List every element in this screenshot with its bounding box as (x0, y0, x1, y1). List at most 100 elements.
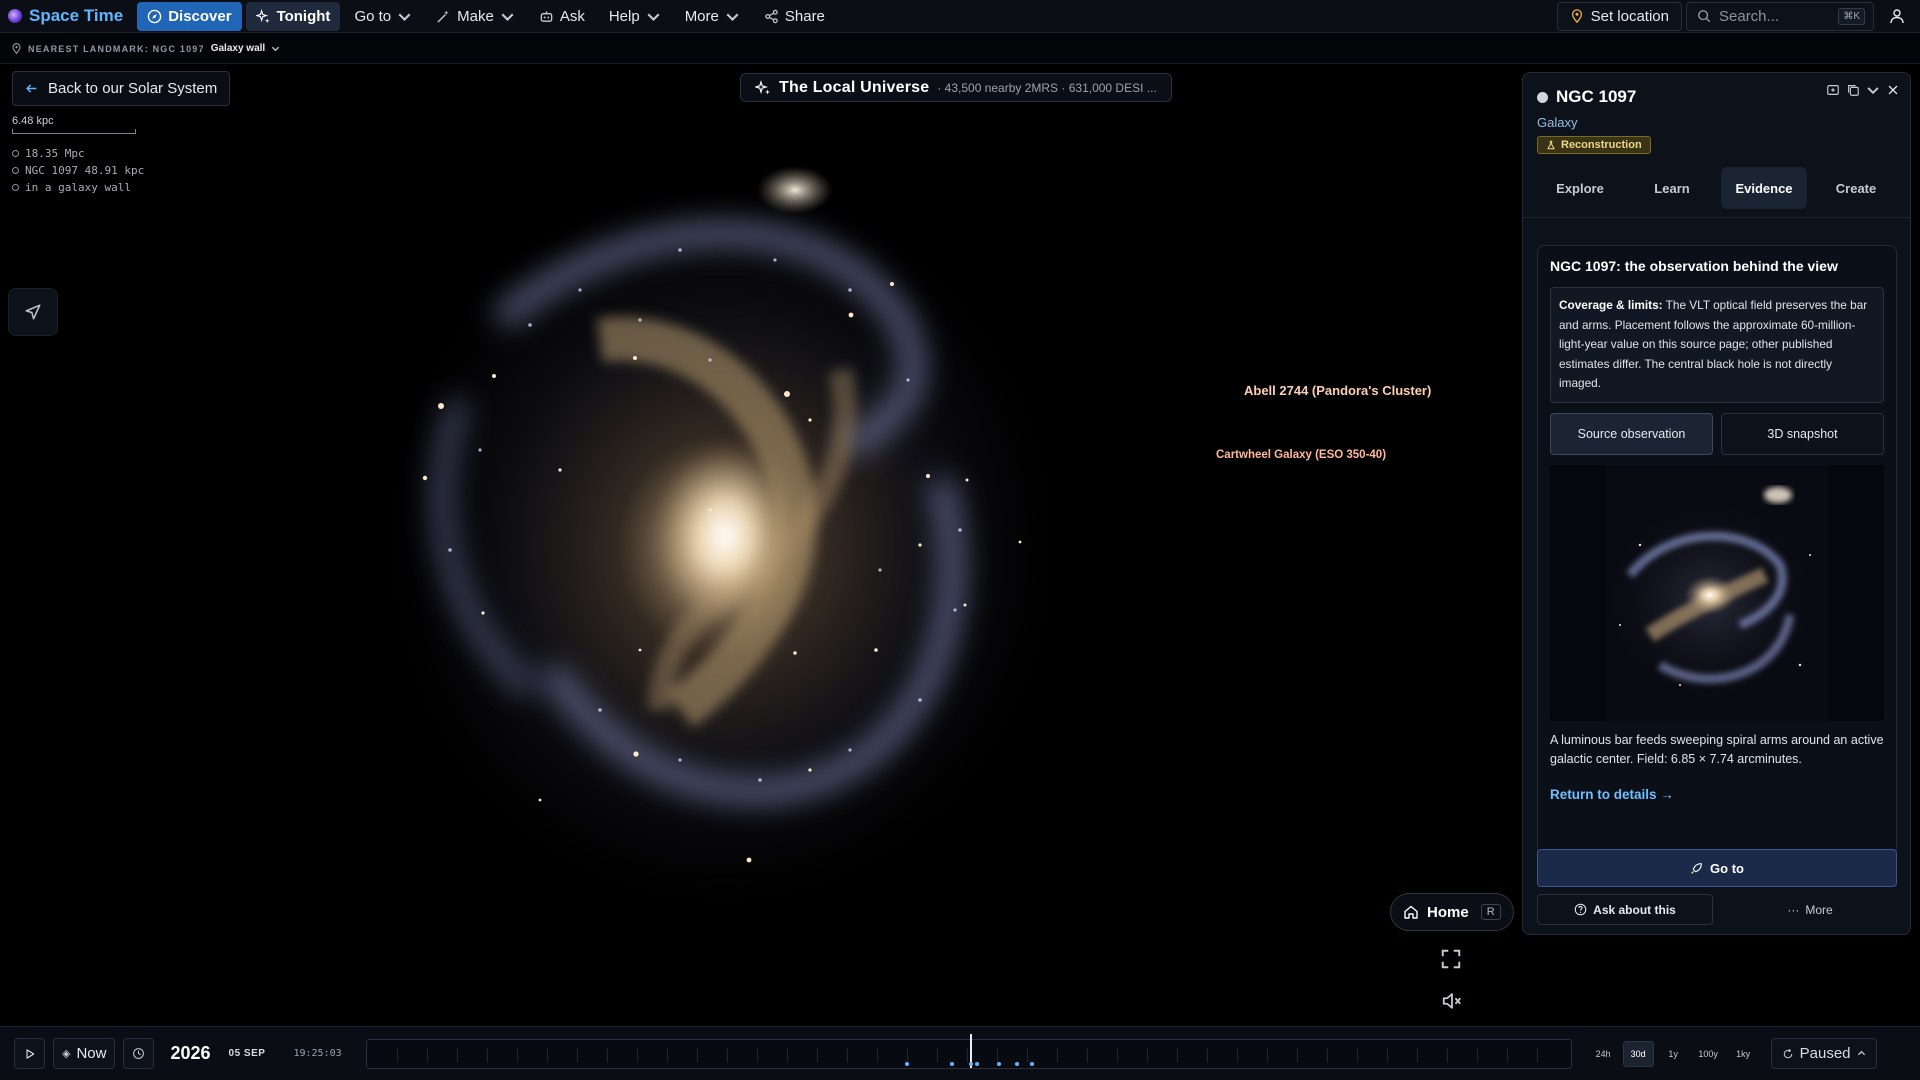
panel-header: NGC 1097 Galaxy Reconstruction (1537, 87, 1897, 155)
set-location-label: Set location (1590, 7, 1669, 25)
nav-help-button[interactable]: Help (599, 2, 671, 31)
universe-title[interactable]: The Local Universe · 43,500 nearby 2MRS … (740, 73, 1172, 102)
volume-muted-icon[interactable] (1441, 990, 1463, 1012)
nav-share-label: Share (784, 7, 825, 25)
back-to-solar-system-button[interactable]: Back to our Solar System (12, 71, 231, 106)
sparkle-icon (255, 8, 270, 23)
return-to-details-link[interactable]: Return to details → (1550, 787, 1884, 802)
nav-goto-button[interactable]: Go to (344, 2, 422, 31)
timeline-tick (666, 1047, 668, 1062)
select-tool-button[interactable] (8, 288, 58, 336)
tab-create[interactable]: Create (1813, 167, 1899, 209)
tab-learn[interactable]: Learn (1629, 167, 1715, 209)
playback-status: Paused (1799, 1045, 1851, 1062)
timeline-event-marker[interactable] (968, 1061, 973, 1066)
timeline-tick (876, 1047, 878, 1062)
go-to-label: Go to (1710, 860, 1744, 876)
scale-30d[interactable]: 30d (1622, 1040, 1654, 1067)
source-observation-image[interactable] (1550, 464, 1884, 721)
timeline-tick (1086, 1047, 1088, 1062)
timeline-tick (1356, 1047, 1358, 1062)
now-label: Now (76, 1045, 107, 1062)
timeline-event-marker[interactable] (904, 1061, 909, 1066)
clock-icon (133, 1048, 145, 1059)
scale-100y[interactable]: 100y (1693, 1041, 1724, 1067)
chevron-up-icon (1857, 1050, 1865, 1056)
cursor-arrow-icon (25, 304, 41, 320)
history-button[interactable] (123, 1038, 155, 1069)
timeline-tick (1326, 1047, 1328, 1062)
source-observation-button[interactable]: Source observation (1550, 412, 1713, 455)
panel-controls (1826, 83, 1900, 97)
close-icon[interactable] (1886, 83, 1900, 97)
timeline-tick (906, 1047, 908, 1062)
chevron-down-icon[interactable] (271, 44, 280, 53)
landmark-bar[interactable]: NEAREST LANDMARK: NGC 1097 Galaxy wall (0, 34, 1920, 64)
nav-ask-button[interactable]: Ask (529, 2, 595, 31)
galaxy-view[interactable] (380, 150, 1100, 910)
scale-label: 6.48 kpc (12, 115, 54, 127)
scale-bar (12, 129, 136, 134)
nav-tonight-button[interactable]: Tonight (245, 1, 341, 31)
wand-icon (437, 9, 449, 23)
fullscreen-icon[interactable] (1440, 948, 1462, 970)
evidence-title: NGC 1097: the observation behind the vie… (1550, 258, 1838, 274)
chevron-down-icon[interactable] (1866, 83, 1880, 97)
account-button[interactable] (1882, 2, 1912, 31)
now-button[interactable]: ◈ Now (53, 1038, 116, 1069)
user-icon (1890, 9, 1904, 24)
home-button[interactable]: Home R (1390, 893, 1514, 931)
set-location-button[interactable]: Set location (1556, 1, 1682, 31)
galaxy-thumbnail (1600, 464, 1828, 721)
bot-icon (540, 10, 553, 22)
search-input[interactable] (1719, 7, 1831, 25)
timeline-tick (396, 1047, 398, 1062)
share-icon (765, 9, 778, 23)
tab-explore[interactable]: Explore (1537, 167, 1623, 209)
timeline-tick (1386, 1047, 1388, 1062)
timeline-tick (606, 1047, 608, 1062)
object-dot-icon (1537, 91, 1548, 103)
nav-make-label: Make (457, 7, 494, 25)
timeline-event-marker[interactable] (949, 1061, 954, 1066)
search-box[interactable]: ⌘K (1686, 1, 1874, 31)
ask-about-this-button[interactable]: Ask about this (1537, 894, 1713, 925)
flask-icon (1547, 140, 1555, 150)
go-to-button[interactable]: Go to (1537, 849, 1897, 887)
timeline-tick (1476, 1047, 1478, 1062)
map-pin-icon (1571, 9, 1582, 23)
label-abell-2744[interactable]: Abell 2744 (Pandora's Cluster) (1244, 383, 1431, 398)
play-button[interactable] (14, 1038, 45, 1069)
timeline-event-marker[interactable] (996, 1061, 1001, 1066)
nav-make-button[interactable]: Make (426, 2, 525, 31)
playback-status-button[interactable]: Paused (1770, 1038, 1877, 1069)
scale-1ky[interactable]: 1ky (1728, 1041, 1759, 1067)
label-cartwheel-galaxy[interactable]: Cartwheel Galaxy (ESO 350-40) (1216, 449, 1386, 461)
compass-icon (147, 9, 162, 23)
nav-more-button[interactable]: More (675, 2, 750, 31)
timeline-tick (1026, 1047, 1028, 1062)
readout-structure: in a galaxy wall (12, 179, 144, 196)
timeline-tick (426, 1047, 428, 1062)
nav-discover-button[interactable]: Discover (137, 1, 242, 31)
scale-24h[interactable]: 24h (1588, 1041, 1619, 1067)
scale-1y[interactable]: 1y (1658, 1041, 1689, 1067)
tab-evidence[interactable]: Evidence (1721, 167, 1807, 209)
timeline-event-marker[interactable] (974, 1061, 979, 1066)
ring-icon (12, 167, 19, 174)
timeline-year[interactable]: 2026 (170, 1043, 210, 1064)
timeline-event-marker[interactable] (1014, 1061, 1019, 1066)
chevron-down-icon (398, 13, 411, 21)
timeline-event-marker[interactable] (1029, 1061, 1034, 1066)
nav-share-button[interactable]: Share (754, 2, 835, 31)
distance-readout: 18.35 Mpc NGC 1097 48.91 kpc in a galaxy… (12, 145, 144, 196)
timeline-date[interactable]: 05 SEP (229, 1048, 266, 1059)
refresh-icon (1783, 1048, 1792, 1058)
copy-icon[interactable] (1846, 83, 1860, 97)
3d-snapshot-button[interactable]: 3D snapshot (1721, 412, 1884, 455)
panel-more-button[interactable]: ··· More (1723, 894, 1897, 925)
pin-panel-icon[interactable] (1826, 83, 1840, 97)
coverage-heading: Coverage & limits: (1559, 298, 1663, 312)
brand-logo[interactable]: Space Time (8, 6, 123, 26)
timeline-scrubber[interactable] (365, 1033, 1572, 1069)
